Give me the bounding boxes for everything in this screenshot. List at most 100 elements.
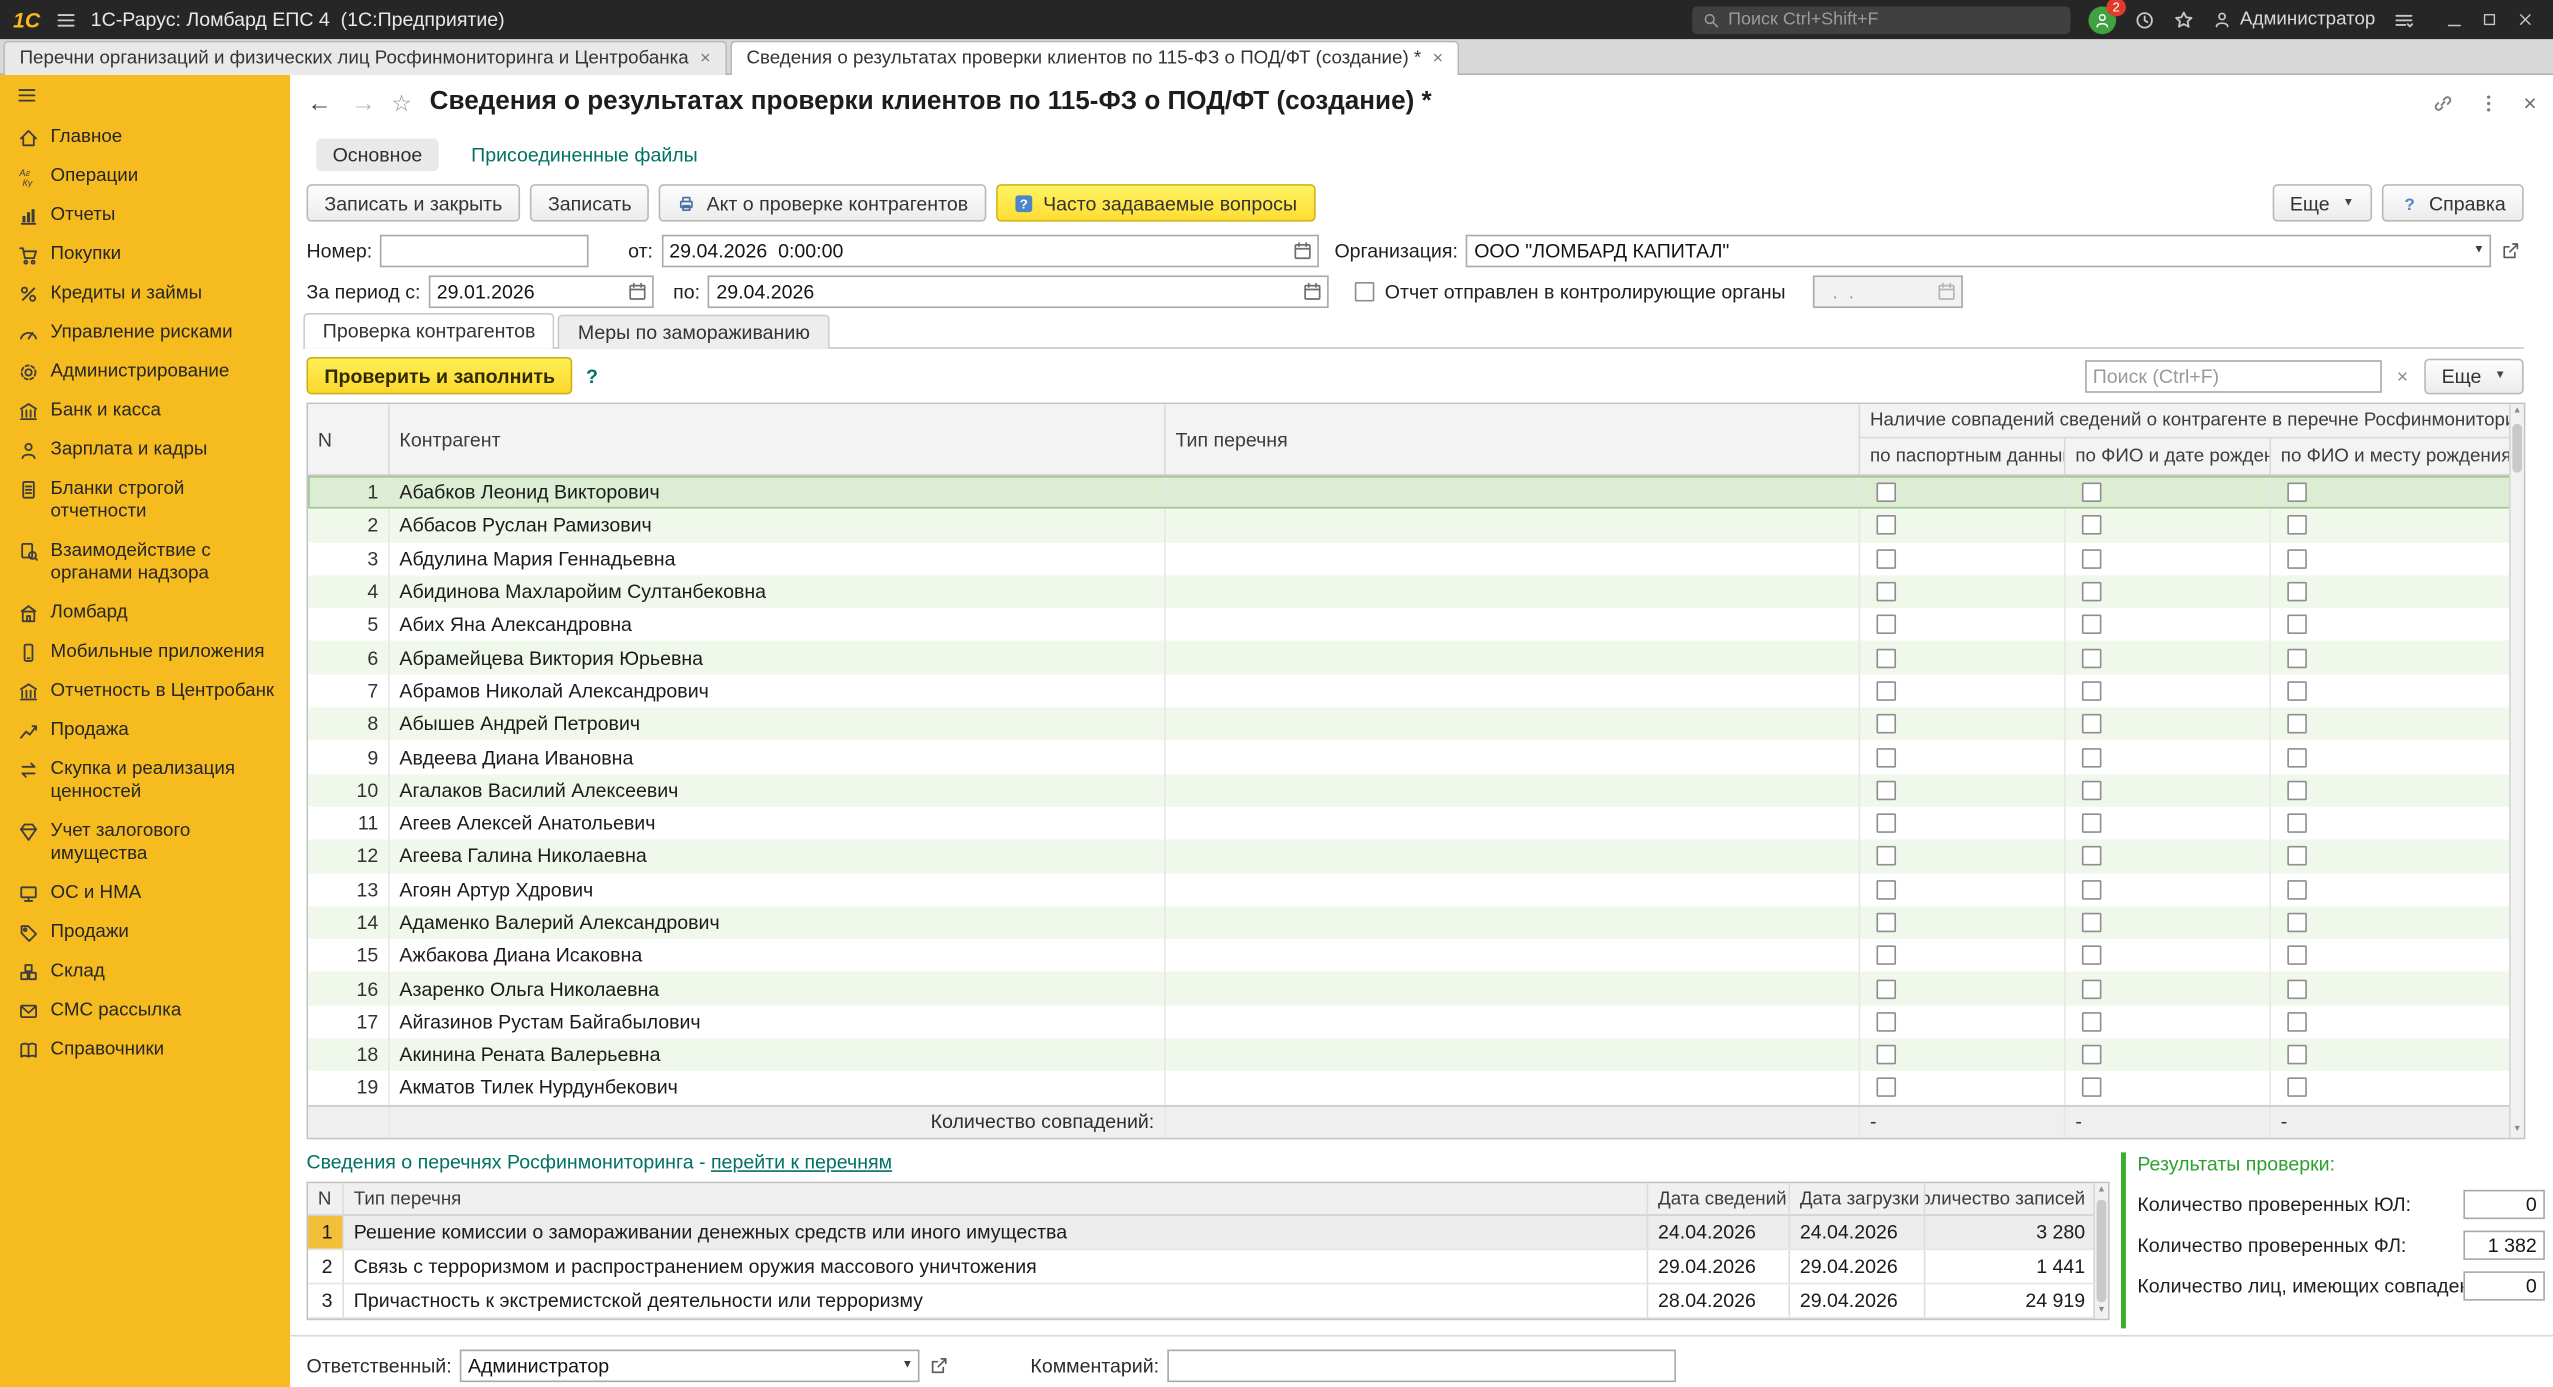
history-icon[interactable] [2134, 9, 2155, 30]
table-more-button[interactable]: Еще ▼ [2423, 357, 2524, 394]
dropdown-icon[interactable]: ▼ [2473, 244, 2484, 255]
table-row[interactable]: 15 Ажбакова Диана Исаковна [308, 939, 2513, 973]
sidebar-item-sale[interactable]: Продажа [0, 711, 290, 750]
match-checkbox[interactable] [2287, 879, 2307, 900]
list-row[interactable]: 2 Связь с терроризмом и распространением … [308, 1250, 2097, 1285]
more-menu-icon[interactable] [2478, 92, 2499, 113]
match-checkbox[interactable] [2287, 813, 2307, 834]
more-button[interactable]: Еще ▼ [2271, 184, 2372, 222]
sidebar-item-warehouse[interactable]: Склад [0, 952, 290, 991]
table-row[interactable]: 3 Абдулина Мария Геннадьевна [308, 542, 2513, 576]
user-menu[interactable]: Администратор [2212, 10, 2375, 29]
sidebar-item-main[interactable]: Главное [0, 117, 290, 156]
scroll-down-icon[interactable]: ▼ [2095, 1304, 2108, 1319]
save-close-button[interactable]: Записать и закрыть [306, 184, 521, 222]
responsible-input[interactable] [459, 1349, 920, 1383]
column-header-contractor[interactable]: Контрагент [390, 404, 1166, 475]
match-checkbox[interactable] [2081, 515, 2102, 536]
sidebar-item-lombard[interactable]: Ломбард [0, 593, 290, 632]
match-checkbox[interactable] [1876, 548, 1897, 569]
lists-header-type[interactable]: Тип перечня [344, 1183, 1649, 1215]
match-checkbox[interactable] [2081, 681, 2102, 701]
match-checkbox[interactable] [2287, 978, 2307, 999]
comment-input[interactable] [1167, 1349, 1676, 1383]
sidebar-item-operations[interactable]: Аг Ку Операции [0, 156, 290, 195]
lists-header-n[interactable]: N [308, 1183, 344, 1215]
faq-button[interactable]: ? Часто задаваемые вопросы [995, 184, 1315, 222]
table-row[interactable]: 16 Азаренко Ольга Николаевна [308, 972, 2513, 1006]
match-checkbox[interactable] [1876, 648, 1897, 668]
sidebar-menu-icon[interactable] [16, 85, 37, 106]
match-checkbox[interactable] [2287, 482, 2307, 503]
match-checkbox[interactable] [1876, 714, 1897, 734]
sidebar-item-centralbank-reporting[interactable]: Отчетность в Центробанк [0, 672, 290, 711]
lists-header-data-date[interactable]: Дата сведений [1648, 1183, 1791, 1215]
match-checkbox[interactable] [2287, 912, 2307, 933]
match-checkbox[interactable] [1876, 482, 1897, 503]
table-search-input[interactable] [2084, 359, 2382, 392]
match-checkbox[interactable] [2287, 747, 2307, 767]
tab-close-icon[interactable]: × [700, 49, 710, 69]
tools-menu-icon[interactable] [2393, 9, 2414, 30]
table-row[interactable]: 2 Аббасов Руслан Рамизович [308, 509, 2513, 543]
print-act-button[interactable]: Акт о проверке контрагентов [659, 184, 987, 222]
table-row[interactable]: 10 Агалаков Василий Алексеевич [308, 773, 2513, 807]
clear-search-icon[interactable]: × [2389, 363, 2415, 389]
notifications-avatar[interactable]: 2 [2088, 0, 2126, 34]
table-row[interactable]: 4 Абидинова Махларойим Султанбековна [308, 575, 2513, 609]
date-from-input[interactable] [661, 234, 1319, 268]
open-responsible-button[interactable] [924, 1352, 952, 1380]
sidebar-item-strict-forms[interactable]: Бланки строгой отчетности [0, 469, 290, 531]
link-attached-files[interactable]: Присоединенные файлы [471, 143, 698, 166]
sidebar-item-supervision[interactable]: Взаимодействие с органами надзора [0, 531, 290, 593]
table-row[interactable]: 14 Адаменко Валерий Александрович [308, 905, 2513, 940]
column-header-list-type[interactable]: Тип перечня [1166, 404, 1861, 475]
match-checkbox[interactable] [1876, 780, 1897, 800]
number-input[interactable] [380, 234, 589, 268]
match-checkbox[interactable] [2287, 1078, 2307, 1098]
match-checkbox[interactable] [2081, 813, 2102, 834]
match-checkbox[interactable] [2287, 581, 2307, 602]
sidebar-item-sms[interactable]: СМС рассылка [0, 991, 290, 1030]
global-search[interactable] [1692, 5, 2071, 34]
match-checkbox[interactable] [2081, 879, 2102, 900]
sidebar-item-collateral[interactable]: Учет залогового имущества [0, 812, 290, 874]
match-checkbox[interactable] [2287, 945, 2307, 966]
match-checkbox[interactable] [2287, 515, 2307, 536]
window-minimize-button[interactable] [2439, 5, 2468, 34]
match-checkbox[interactable] [2081, 1078, 2102, 1098]
table-row[interactable]: 18 Акинина Рената Валерьевна [308, 1038, 2513, 1072]
table-row[interactable]: 8 Абышев Андрей Петрович [308, 707, 2513, 741]
table-row[interactable]: 6 Абрамейцева Виктория Юрьевна [308, 641, 2513, 675]
match-checkbox[interactable] [2287, 1045, 2307, 1065]
result-value-input[interactable] [2463, 1189, 2545, 1220]
scrollbar-thumb[interactable] [2512, 423, 2523, 473]
match-checkbox[interactable] [1876, 615, 1897, 635]
match-checkbox[interactable] [2081, 714, 2102, 734]
tab-main[interactable]: Основное [316, 138, 439, 172]
column-header-passport[interactable]: по паспортным данным [1860, 438, 2066, 475]
tab-close-icon[interactable]: × [1433, 49, 1443, 69]
table-row[interactable]: 19 Акматов Тилек Нурдунбекович [308, 1071, 2513, 1105]
organization-input[interactable] [1466, 234, 2492, 268]
table-row[interactable]: 5 Абих Яна Александровна [308, 608, 2513, 642]
main-menu-icon[interactable] [55, 9, 76, 30]
table-row[interactable]: 12 Агеева Галина Николаевна [308, 839, 2513, 873]
sidebar-item-payroll-hr[interactable]: Зарплата и кадры [0, 430, 290, 469]
match-checkbox[interactable] [1876, 879, 1897, 900]
match-checkbox[interactable] [1876, 747, 1897, 767]
window-maximize-button[interactable] [2475, 5, 2504, 34]
match-checkbox[interactable] [1876, 515, 1897, 536]
match-checkbox[interactable] [1876, 1045, 1897, 1065]
match-checkbox[interactable] [1876, 1078, 1897, 1098]
window-tab[interactable]: Перечни организаций и физических лиц Рос… [3, 40, 727, 75]
open-organization-button[interactable] [2496, 237, 2524, 265]
sidebar-item-reports[interactable]: Отчеты [0, 196, 290, 235]
window-close-button[interactable] [2511, 5, 2540, 34]
match-checkbox[interactable] [2081, 581, 2102, 602]
match-checkbox[interactable] [2287, 714, 2307, 734]
window-tab[interactable]: Сведения о результатах проверки клиентов… [730, 40, 1460, 75]
get-link-icon[interactable] [2432, 92, 2453, 113]
lists-scrollbar[interactable]: ▲ ▼ [2093, 1183, 2108, 1319]
favorite-toggle-star[interactable]: ☆ [391, 89, 411, 117]
